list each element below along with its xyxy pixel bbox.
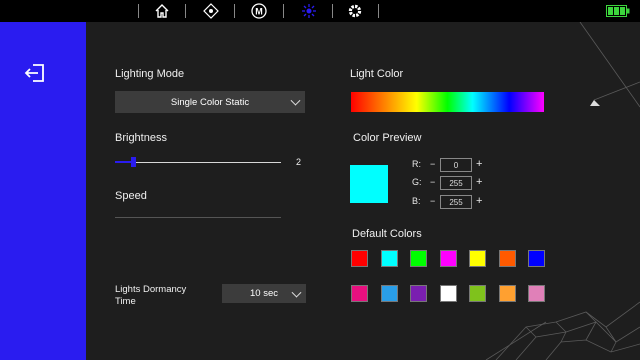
color-swatch[interactable] — [351, 285, 368, 302]
move-icon[interactable] — [202, 2, 220, 20]
red-channel-row: R: − 0 + — [412, 158, 492, 172]
green-channel-row: G: − 255 + — [412, 176, 492, 190]
back-icon[interactable] — [24, 62, 46, 84]
top-nav-bar: M — [0, 0, 640, 22]
green-label: G: — [412, 177, 422, 187]
home-icon[interactable] — [153, 2, 171, 20]
color-swatch[interactable] — [439, 250, 457, 267]
lighting-mode-label: Lighting Mode — [115, 68, 185, 80]
color-swatch[interactable] — [528, 250, 545, 267]
blue-value-input[interactable]: 255 — [440, 195, 472, 209]
blue-channel-row: B: − 255 + — [412, 195, 492, 209]
color-swatch[interactable] — [410, 285, 427, 302]
speed-slider-track[interactable] — [115, 217, 281, 218]
brightness-value: 2 — [296, 157, 302, 167]
color-preview-swatch — [350, 165, 388, 203]
color-swatch[interactable] — [469, 250, 486, 267]
red-label: R: — [412, 159, 421, 169]
nav-separator — [283, 4, 284, 18]
red-increment-button[interactable]: + — [476, 158, 482, 170]
brightness-slider-thumb[interactable] — [131, 157, 137, 167]
red-decrement-button[interactable]: − — [430, 159, 435, 169]
color-swatch[interactable] — [351, 250, 368, 267]
nav-separator — [138, 4, 139, 18]
nav-separator — [378, 4, 379, 18]
chevron-down-icon — [290, 95, 301, 106]
nav-separator — [234, 4, 235, 18]
blue-increment-button[interactable]: + — [476, 195, 482, 207]
color-swatch[interactable] — [380, 285, 398, 302]
default-colors-label: Default Colors — [352, 228, 422, 240]
dormancy-label-line2: Time — [115, 296, 136, 307]
macro-icon[interactable]: M — [250, 2, 268, 20]
speed-label: Speed — [115, 190, 147, 202]
main-panel: Lighting Mode Single Color Static Bright… — [86, 22, 640, 360]
red-value-input[interactable]: 0 — [440, 158, 472, 172]
brightness-slider-track[interactable] — [115, 162, 281, 163]
color-swatch[interactable] — [469, 285, 486, 302]
color-spectrum-bar[interactable] — [351, 92, 544, 112]
dormancy-select[interactable]: 10 sec — [222, 284, 306, 303]
sidebar — [0, 22, 86, 360]
nav-separator — [332, 4, 333, 18]
dormancy-label: Lights Dormancy Time — [115, 284, 186, 308]
blue-decrement-button[interactable]: − — [430, 196, 435, 206]
dormancy-label-line1: Lights Dormancy — [115, 284, 187, 295]
dormancy-value: 10 sec — [250, 288, 278, 299]
lighting-mode-select[interactable]: Single Color Static — [115, 91, 305, 113]
green-value-input[interactable]: 255 — [440, 176, 472, 190]
color-preview-label: Color Preview — [353, 132, 422, 144]
brightness-label: Brightness — [115, 132, 167, 144]
lighting-icon[interactable] — [300, 2, 318, 20]
lighting-mode-value: Single Color Static — [170, 96, 250, 108]
nav-separator — [185, 4, 186, 18]
color-swatch[interactable] — [498, 285, 516, 302]
color-swatch[interactable] — [528, 285, 545, 302]
svg-text:M: M — [255, 7, 263, 17]
color-swatch[interactable] — [439, 285, 457, 302]
color-swatch[interactable] — [498, 250, 516, 267]
chevron-down-icon — [291, 287, 302, 298]
battery-icon — [606, 4, 630, 17]
green-increment-button[interactable]: + — [476, 176, 482, 188]
gear-icon[interactable] — [346, 2, 364, 20]
green-decrement-button[interactable]: − — [430, 177, 435, 187]
color-swatch[interactable] — [380, 250, 398, 267]
color-swatch[interactable] — [410, 250, 427, 267]
light-color-label: Light Color — [350, 68, 404, 80]
blue-label: B: — [412, 196, 421, 206]
